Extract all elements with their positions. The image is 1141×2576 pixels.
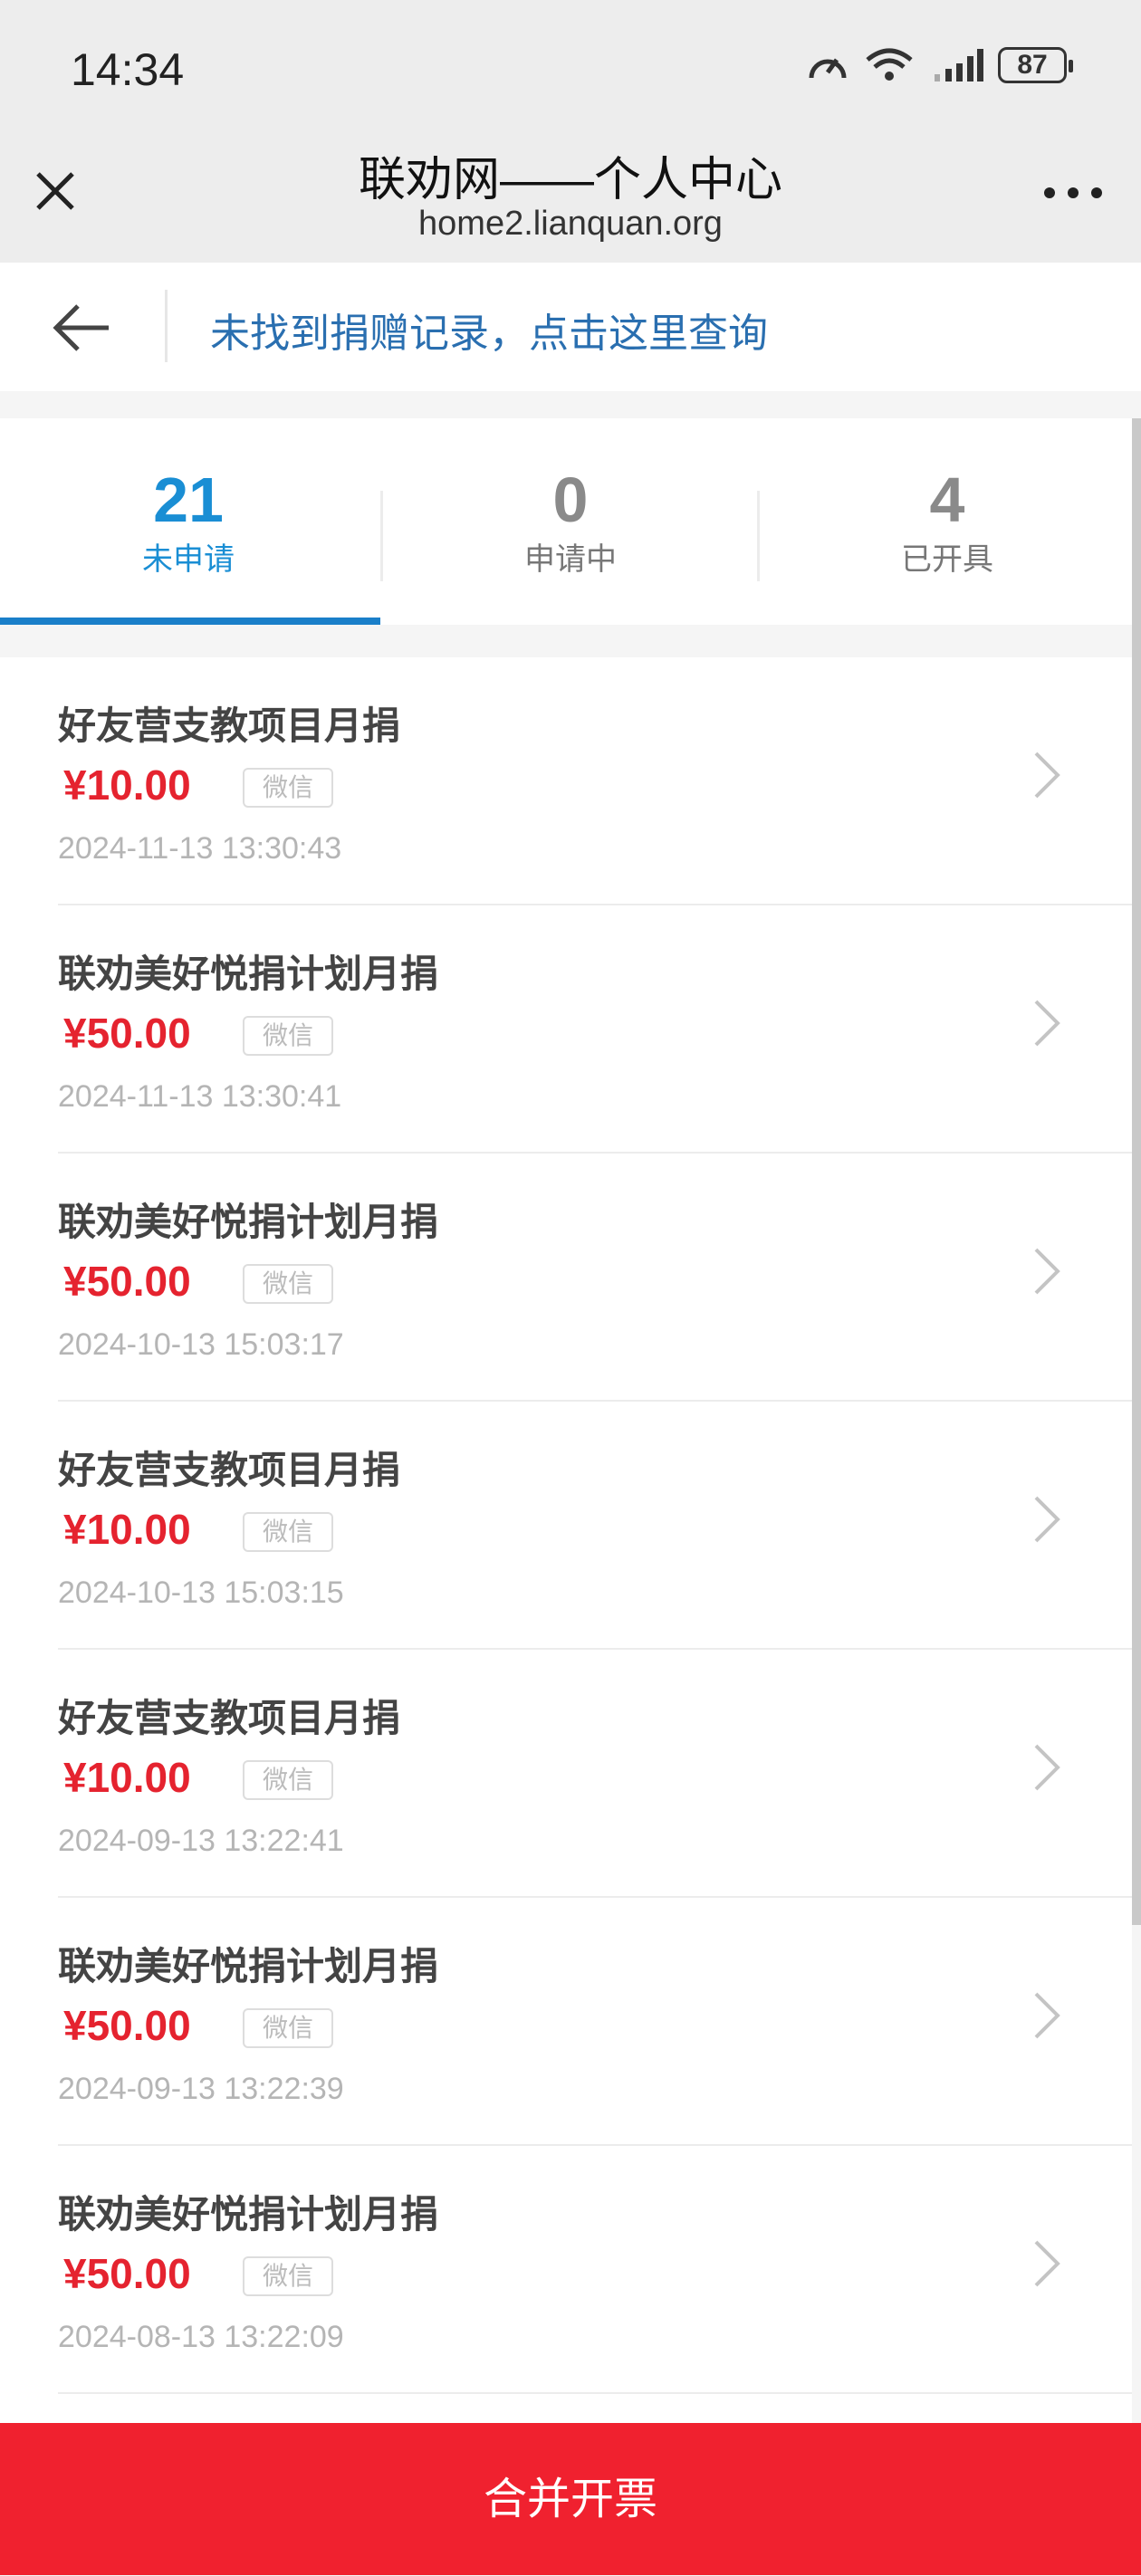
scrollbar[interactable] bbox=[1132, 418, 1141, 1925]
page-title: 联劝网——个人中心 bbox=[358, 154, 782, 206]
record-time: 2024-10-13 15:03:15 bbox=[58, 1575, 344, 1610]
record-title: 联劝美好悦捐计划月捐 bbox=[58, 1201, 439, 1243]
status-icons: 87 bbox=[806, 47, 1073, 83]
tab-label: 申请中 bbox=[524, 542, 617, 577]
payment-method-badge: 微信 bbox=[243, 2256, 333, 2296]
record-amount: ¥10.00 bbox=[63, 1506, 191, 1553]
notice-divider bbox=[165, 290, 168, 362]
tab-label: 已开具 bbox=[901, 542, 993, 577]
payment-method-badge: 微信 bbox=[243, 1512, 333, 1552]
wifi-icon bbox=[866, 48, 913, 81]
record-title: 好友营支教项目月捐 bbox=[58, 1449, 401, 1491]
record-time: 2024-08-13 13:22:09 bbox=[58, 2320, 344, 2354]
record-amount: ¥10.00 bbox=[63, 761, 191, 809]
more-icon[interactable] bbox=[1041, 179, 1105, 206]
find-donation-link[interactable]: 未找到捐赠记录，点击这里查询 bbox=[210, 301, 768, 359]
record-amount: ¥50.00 bbox=[63, 2250, 191, 2297]
tab-count: 21 bbox=[153, 464, 224, 535]
chevron-right-icon bbox=[1034, 1744, 1060, 1791]
tab-label: 未申请 bbox=[142, 542, 235, 577]
invoice-status-tabs: 21 未申请 0 申请中 4 已开具 bbox=[0, 418, 1132, 625]
payment-method-badge: 微信 bbox=[243, 2008, 333, 2048]
payment-method-badge: 微信 bbox=[243, 1760, 333, 1800]
donation-record[interactable]: 联劝美好悦捐计划月捐 ¥50.00 微信 2024-08-13 13:22:09 bbox=[0, 2146, 1132, 2394]
donation-records-list: 好友营支教项目月捐 ¥10.00 微信 2024-11-13 13:30:43 … bbox=[0, 657, 1132, 2423]
donation-record[interactable]: 好友营支教项目月捐 ¥10.00 微信 2024-09-13 13:22:41 bbox=[0, 1650, 1132, 1898]
chevron-right-icon bbox=[1034, 1000, 1060, 1047]
tab-applying[interactable]: 0 申请中 bbox=[382, 418, 759, 625]
donation-record[interactable]: 联劝美好悦捐计划月捐 ¥50.00 微信 2024-09-13 13:22:39 bbox=[0, 1898, 1132, 2146]
row-divider bbox=[58, 2392, 1132, 2394]
record-time: 2024-11-13 13:30:41 bbox=[58, 1079, 342, 1114]
record-time: 2024-09-13 13:22:41 bbox=[58, 1824, 344, 1858]
page-url: home2.lianquan.org bbox=[418, 205, 723, 243]
chevron-right-icon bbox=[1034, 1248, 1060, 1295]
donation-record[interactable]: 联劝美好悦捐计划月捐 ¥50.00 微信 2024-11-13 13:30:41 bbox=[0, 905, 1132, 1154]
record-amount: ¥10.00 bbox=[63, 1754, 191, 1801]
record-title: 联劝美好悦捐计划月捐 bbox=[58, 2193, 439, 2236]
battery-indicator: 87 bbox=[998, 47, 1073, 83]
data-speed-icon bbox=[809, 58, 847, 79]
payment-method-badge: 微信 bbox=[243, 1016, 333, 1056]
tab-count: 0 bbox=[552, 464, 589, 535]
chevron-right-icon bbox=[1034, 1496, 1060, 1543]
tab-count: 4 bbox=[929, 464, 965, 535]
record-amount: ¥50.00 bbox=[63, 1010, 191, 1057]
status-bar: 14:34 87 bbox=[0, 0, 1141, 145]
record-amount: ¥50.00 bbox=[63, 1258, 191, 1305]
tab-issued[interactable]: 4 已开具 bbox=[759, 418, 1136, 625]
donation-record[interactable]: 联劝美好悦捐计划月捐 ¥50.00 微信 2024-10-13 15:03:17 bbox=[0, 1154, 1132, 1402]
back-arrow-icon[interactable] bbox=[51, 301, 114, 355]
record-time: 2024-09-13 13:22:39 bbox=[58, 2072, 344, 2106]
record-title: 好友营支教项目月捐 bbox=[58, 704, 401, 747]
donation-record[interactable]: 好友营支教项目月捐 ¥10.00 微信 2024-11-13 13:30:43 bbox=[0, 657, 1132, 905]
active-tab-indicator bbox=[0, 618, 380, 625]
record-time: 2024-11-13 13:30:43 bbox=[58, 831, 342, 866]
merge-invoice-button[interactable]: 合并开票 bbox=[0, 2423, 1141, 2575]
record-time: 2024-10-13 15:03:17 bbox=[58, 1327, 344, 1362]
record-title: 联劝美好悦捐计划月捐 bbox=[58, 1945, 439, 1987]
tab-not-applied[interactable]: 21 未申请 bbox=[0, 418, 377, 625]
record-title: 联劝美好悦捐计划月捐 bbox=[58, 953, 439, 995]
browser-header: 联劝网——个人中心 home2.lianquan.org bbox=[0, 127, 1141, 263]
chevron-right-icon bbox=[1034, 752, 1060, 799]
status-time: 14:34 bbox=[71, 44, 185, 95]
payment-method-badge: 微信 bbox=[243, 1264, 333, 1304]
payment-method-badge: 微信 bbox=[243, 768, 333, 808]
donation-record[interactable]: 好友营支教项目月捐 ¥10.00 微信 2024-10-13 15:03:15 bbox=[0, 1402, 1132, 1650]
signal-icon bbox=[935, 49, 983, 81]
notice-bar: 未找到捐赠记录，点击这里查询 bbox=[0, 263, 1141, 391]
chevron-right-icon bbox=[1034, 1992, 1060, 2039]
record-title: 好友营支教项目月捐 bbox=[58, 1697, 401, 1739]
chevron-right-icon bbox=[1034, 2240, 1060, 2287]
record-amount: ¥50.00 bbox=[63, 2002, 191, 2049]
